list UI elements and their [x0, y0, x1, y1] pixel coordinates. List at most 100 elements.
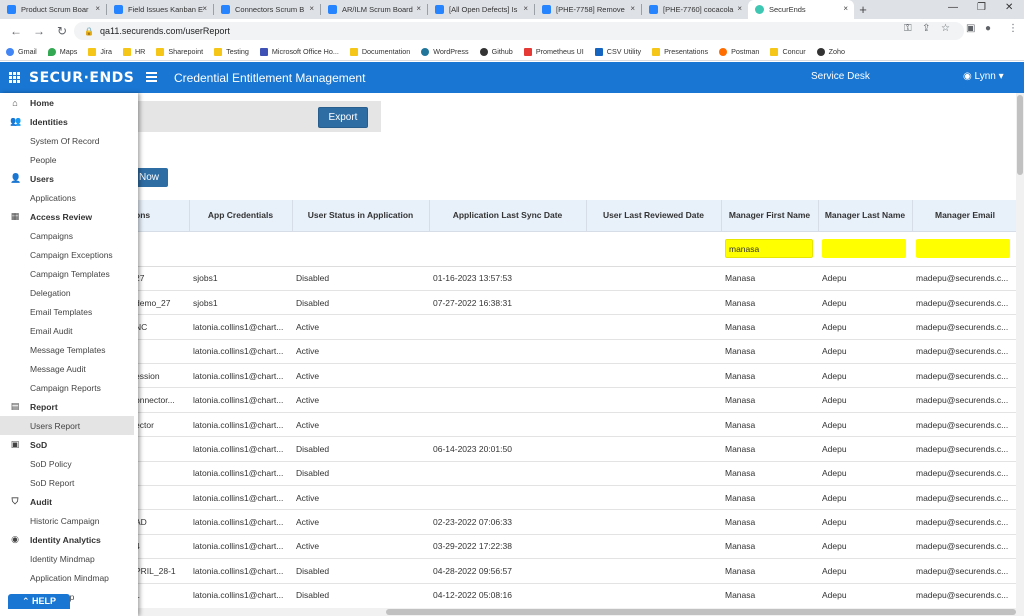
- browser-tab[interactable]: SecurEnds ×: [748, 0, 854, 19]
- sidebar-section-sod[interactable]: ▣ SoD: [0, 435, 138, 454]
- bookmark-item[interactable]: HR: [122, 47, 145, 56]
- sidebar-section-audit[interactable]: ⛉ Audit: [0, 492, 138, 511]
- bookmark-item[interactable]: Maps: [47, 47, 77, 56]
- column-header[interactable]: Manager Last Name: [818, 200, 913, 232]
- table-row[interactable]: latonia.collins1@chart... Disabled Manasa A…: [0, 461, 1016, 487]
- sidebar-item-system-of-record[interactable]: System Of Record: [0, 131, 138, 150]
- browser-tab[interactable]: [PHE-7758] Remove ×: [535, 0, 641, 19]
- bookmark-item[interactable]: Prometheus UI: [523, 47, 584, 56]
- side-panel-icon[interactable]: ▣: [966, 23, 975, 34]
- table-row[interactable]: onnector... latonia.collins1@chart... Acti…: [0, 387, 1016, 413]
- tab-close-icon[interactable]: ×: [630, 4, 635, 13]
- bookmark-item[interactable]: Postman: [719, 47, 759, 56]
- tab-close-icon[interactable]: ×: [95, 4, 100, 13]
- table-row[interactable]: demo_27 sjobs1 Disabled 07-27-2022 16:38:31…: [0, 290, 1016, 316]
- column-header[interactable]: App Credentials: [189, 200, 293, 232]
- sidebar-section-report[interactable]: ▤ Report: [0, 397, 138, 416]
- sidebar-section-identity-analytics[interactable]: ◉ Identity Analytics: [0, 530, 138, 549]
- sidebar-item-sod-policy[interactable]: SoD Policy: [0, 454, 138, 473]
- column-header[interactable]: User Status in Application: [292, 200, 430, 232]
- apps-grid-icon[interactable]: [9, 72, 20, 83]
- bookmark-item[interactable]: Microsoft Office Ho...: [259, 47, 339, 56]
- kebab-menu-icon[interactable]: ⋮: [1008, 23, 1018, 34]
- service-desk-link[interactable]: Service Desk: [811, 71, 870, 82]
- minimize-icon[interactable]: —: [948, 2, 958, 13]
- new-tab-icon[interactable]: +: [854, 2, 872, 17]
- help-button[interactable]: ⌃ HELP: [8, 594, 70, 609]
- filter-input-manager-last-name[interactable]: [822, 239, 906, 258]
- user-menu[interactable]: ◉ Lynn ▾: [963, 71, 1004, 82]
- profile-icon[interactable]: ●: [985, 23, 991, 34]
- bookmark-item[interactable]: WordPress: [421, 47, 469, 56]
- sidebar-item-people[interactable]: People: [0, 150, 138, 169]
- filter-input-manager-email[interactable]: [916, 239, 1010, 258]
- share-icon[interactable]: ⇪: [922, 23, 930, 34]
- bookmark-item[interactable]: Testing: [214, 47, 249, 56]
- back-icon[interactable]: ←: [9, 24, 23, 38]
- table-row[interactable]: NC latonia.collins1@chart... Active Manasa A…: [0, 314, 1016, 340]
- table-row[interactable]: latonia.collins1@chart... Active Manasa Ade…: [0, 339, 1016, 365]
- sidebar-item-campaign-templates[interactable]: Campaign Templates: [0, 264, 138, 283]
- browser-tab[interactable]: Field Issues Kanban E ×: [107, 0, 213, 19]
- sidebar-section-home[interactable]: ⌂ Home: [0, 93, 138, 112]
- table-row[interactable]: AD latonia.collins1@chart... Active 02-23-2…: [0, 509, 1016, 535]
- vertical-scroll-thumb[interactable]: [1017, 95, 1023, 175]
- sidebar-item-application-mindmap[interactable]: Application Mindmap: [0, 568, 138, 587]
- sidebar-item-campaign-reports[interactable]: Campaign Reports: [0, 378, 138, 397]
- filter-input-manager-first-name[interactable]: manasa: [725, 239, 813, 258]
- tab-close-icon[interactable]: ×: [843, 4, 848, 13]
- close-window-icon[interactable]: ✕: [1005, 2, 1013, 13]
- browser-tab[interactable]: Connectors Scrum B ×: [214, 0, 320, 19]
- menu-toggle-icon[interactable]: [146, 72, 157, 82]
- bookmark-star-icon[interactable]: ☆: [941, 23, 950, 34]
- sidebar-item-delegation[interactable]: Delegation: [0, 283, 138, 302]
- sidebar-item-email-audit[interactable]: Email Audit: [0, 321, 138, 340]
- address-bar[interactable]: 🔒 qa11.securends.com/userReport: [74, 22, 964, 40]
- forward-icon[interactable]: →: [32, 24, 46, 38]
- sidebar-section-access-review[interactable]: ▦ Access Review: [0, 207, 138, 226]
- bookmark-item[interactable]: Zoho: [816, 47, 845, 56]
- key-icon[interactable]: ⚿: [904, 23, 912, 34]
- table-row[interactable]: latonia.collins1@chart... Disabled 06-14-2…: [0, 436, 1016, 462]
- column-header[interactable]: Manager Email: [912, 200, 1016, 232]
- horizontal-scroll-thumb[interactable]: [386, 609, 1016, 615]
- sidebar-item-campaign-exceptions[interactable]: Campaign Exceptions: [0, 245, 138, 264]
- bookmark-item[interactable]: Gmail: [6, 47, 37, 56]
- sidebar-item-email-templates[interactable]: Email Templates: [0, 302, 138, 321]
- tab-close-icon[interactable]: ×: [416, 4, 421, 13]
- reload-icon[interactable]: ↻: [55, 24, 69, 38]
- tab-close-icon[interactable]: ×: [202, 4, 207, 13]
- table-row[interactable]: PRIL_28-1 latonia.collins1@chart... Disabl…: [0, 558, 1016, 584]
- tab-close-icon[interactable]: ×: [737, 4, 742, 13]
- table-row[interactable]: latonia.collins1@chart... Active Manasa Ade…: [0, 485, 1016, 511]
- bookmark-item[interactable]: Jira: [88, 47, 112, 56]
- securends-logo[interactable]: SECUR·ENDS: [29, 70, 134, 86]
- browser-tab[interactable]: Product Scrum Boar ×: [0, 0, 106, 19]
- browser-tab[interactable]: [PHE-7760] cocacola ×: [642, 0, 748, 19]
- column-header[interactable]: Manager First Name: [721, 200, 819, 232]
- sidebar-item-users-report[interactable]: Users Report: [0, 416, 134, 435]
- tab-close-icon[interactable]: ×: [523, 4, 528, 13]
- bookmark-item[interactable]: CSV Utility: [594, 47, 641, 56]
- sidebar-section-identities[interactable]: 👥 Identities: [0, 112, 138, 131]
- column-header[interactable]: Application Last Sync Date: [429, 200, 587, 232]
- sidebar-item-applications[interactable]: Applications: [0, 188, 138, 207]
- bookmark-item[interactable]: Presentations: [652, 47, 708, 56]
- table-row[interactable]: 27 sjobs1 Disabled 01-16-2023 13:57:53 Manas…: [0, 266, 1016, 291]
- sidebar-item-message-audit[interactable]: Message Audit: [0, 359, 138, 378]
- bookmark-item[interactable]: Github: [479, 47, 513, 56]
- sidebar-item-historic-campaign[interactable]: Historic Campaign: [0, 511, 138, 530]
- sidebar-item-sod-report[interactable]: SoD Report: [0, 473, 138, 492]
- browser-tab[interactable]: AR/ILM Scrum Board ×: [321, 0, 427, 19]
- table-row[interactable]: 1latonia.collins1@chart...Disabled04-12-…: [0, 583, 1016, 606]
- table-row[interactable]: ession latonia.collins1@chart... Active Man…: [0, 363, 1016, 389]
- sidebar-item-campaigns[interactable]: Campaigns: [0, 226, 138, 245]
- table-row[interactable]: ector latonia.collins1@chart... Active Mana…: [0, 412, 1016, 438]
- horizontal-scrollbar[interactable]: [138, 608, 1016, 616]
- table-row[interactable]: 4latonia.collins1@chart...Active03-29-20…: [0, 534, 1016, 560]
- bookmark-item[interactable]: Concur: [770, 47, 806, 56]
- tab-close-icon[interactable]: ×: [309, 4, 314, 13]
- vertical-scrollbar[interactable]: [1016, 93, 1024, 616]
- restore-icon[interactable]: ❐: [977, 2, 986, 13]
- bookmark-item[interactable]: Documentation: [349, 47, 410, 56]
